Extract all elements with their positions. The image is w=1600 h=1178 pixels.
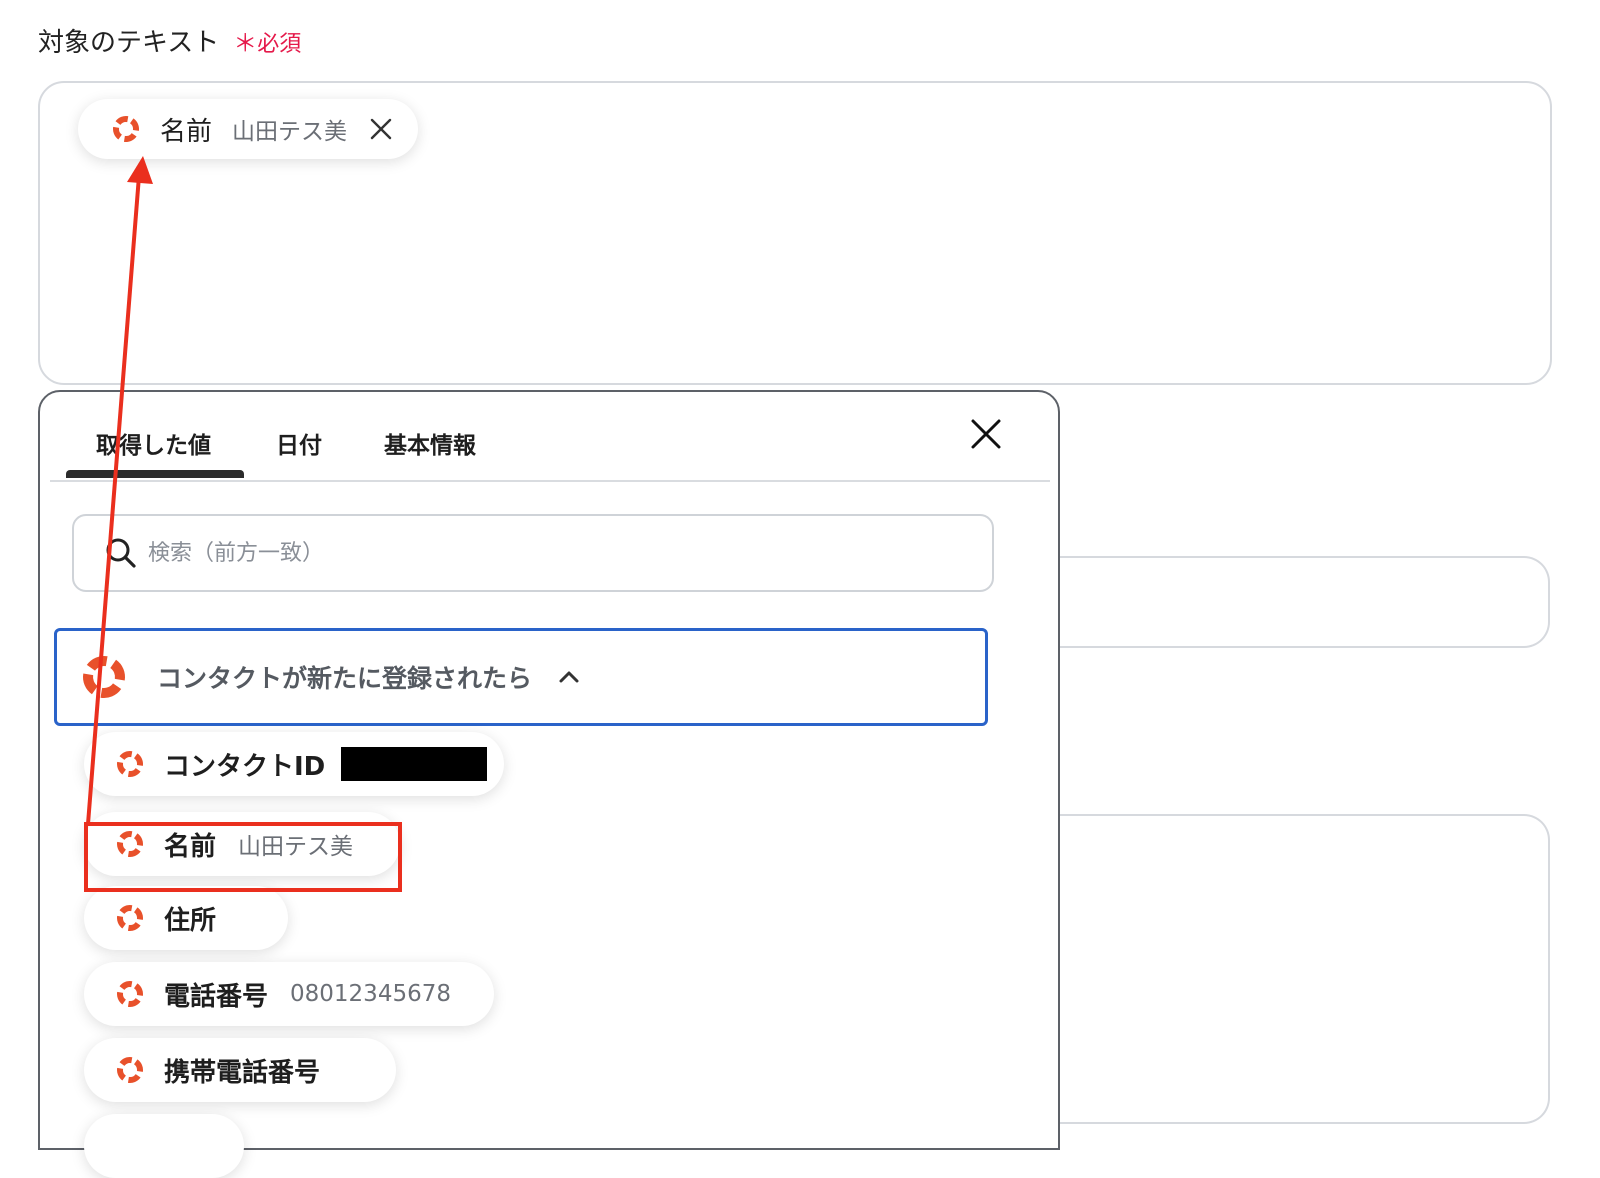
search-icon	[106, 538, 136, 568]
background-field-1[interactable]	[1000, 556, 1550, 648]
variable-chip-contact-id[interactable]: コンタクトID	[84, 732, 504, 796]
redacted-value	[341, 747, 488, 781]
chip-value: 08012345678	[290, 981, 451, 1007]
chip-name: コンタクトID	[164, 751, 326, 782]
chevron-up-icon[interactable]	[556, 664, 582, 690]
tab-acquired-values[interactable]: 取得した値	[96, 426, 211, 460]
lifebuoy-icon	[117, 751, 143, 777]
chip-name: 電話番号	[164, 981, 269, 1012]
chip-name: 名前	[160, 116, 213, 147]
annotation-highlight-box	[84, 822, 402, 892]
picker-tabs: 取得した値 日付 基本情報	[50, 392, 1050, 482]
tab-date[interactable]: 日付	[276, 426, 322, 460]
search-input[interactable]	[146, 539, 950, 567]
lifebuoy-icon	[117, 1057, 143, 1083]
background-field-2[interactable]	[1000, 814, 1550, 1124]
lifebuoy-icon	[117, 905, 143, 931]
variable-chip-partial[interactable]	[84, 1114, 244, 1178]
remove-chip-icon[interactable]	[369, 117, 393, 141]
required-text: 必須	[257, 32, 302, 57]
tab-basic-info[interactable]: 基本情報	[384, 426, 476, 460]
close-icon[interactable]	[968, 416, 1004, 452]
search-box[interactable]	[72, 514, 994, 592]
required-mark: ＊	[233, 29, 258, 57]
lifebuoy-icon	[117, 981, 143, 1007]
variable-chip-mobile-phone[interactable]: 携帯電話番号	[84, 1038, 396, 1102]
field-label-text: 対象のテキスト	[38, 28, 220, 58]
variable-picker-popup: 取得した値 日付 基本情報 コンタクトが新たに登録されたら コンタクトID 名前…	[38, 390, 1060, 1178]
lifebuoy-icon	[113, 116, 139, 142]
trigger-group-header[interactable]: コンタクトが新たに登録されたら	[54, 628, 988, 726]
lifebuoy-icon	[83, 656, 125, 698]
chip-name: 携帯電話番号	[164, 1057, 321, 1088]
field-label: 対象のテキスト ＊必須	[38, 22, 301, 59]
variable-chip-address[interactable]: 住所	[84, 886, 288, 950]
chip-name: 住所	[164, 905, 217, 936]
variable-chip-phone[interactable]: 電話番号 08012345678	[84, 962, 494, 1026]
group-label: コンタクトが新たに登録されたら	[157, 664, 533, 693]
chip-value: 山田テス美	[232, 119, 348, 145]
selected-variable-chip[interactable]: 名前 山田テス美	[78, 99, 418, 159]
active-tab-indicator	[66, 470, 244, 478]
